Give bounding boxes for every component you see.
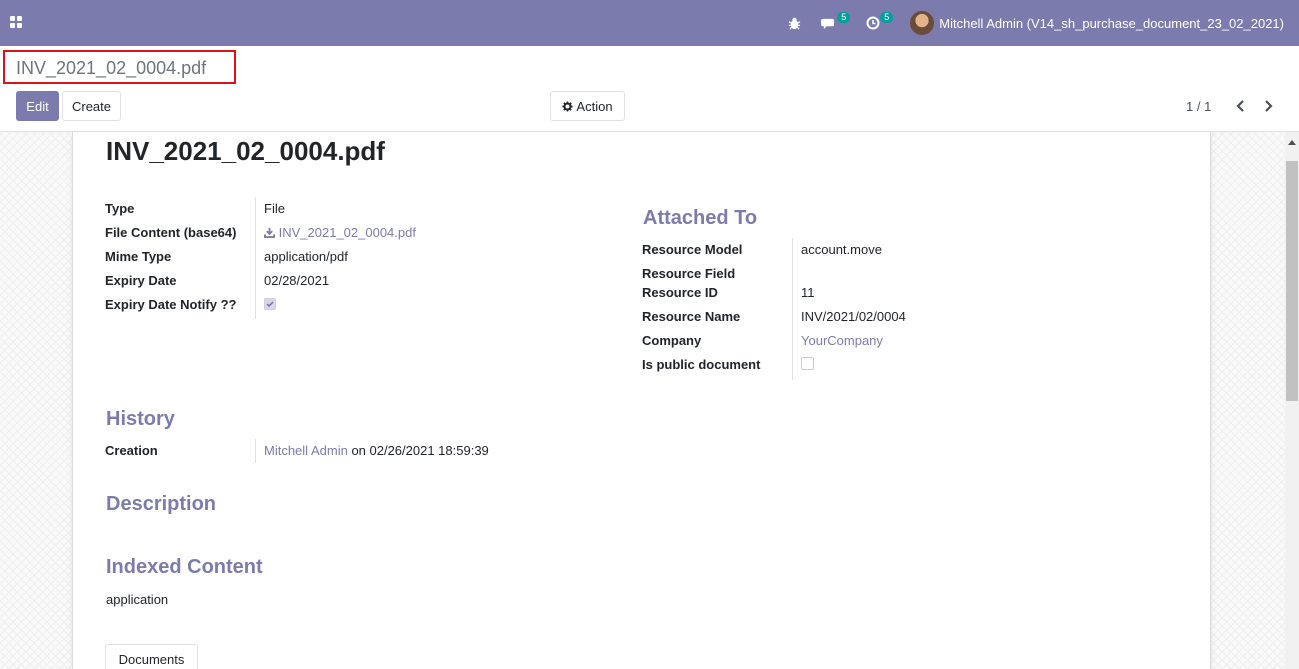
user-menu[interactable]: Mitchell Admin (V14_sh_purchase_document…	[900, 0, 1284, 46]
description-title: Description	[106, 493, 217, 515]
check-icon	[266, 301, 274, 308]
create-button[interactable]: Create	[62, 91, 121, 121]
debug-bug-icon[interactable]	[778, 0, 811, 46]
chat-icon	[821, 18, 835, 29]
history-title: History	[106, 408, 175, 430]
expiry-notify-checkbox[interactable]	[264, 298, 276, 310]
chevron-right-icon[interactable]	[1260, 96, 1276, 116]
chevron-left-icon[interactable]	[1233, 96, 1249, 116]
activities-button[interactable]: 5	[856, 0, 900, 46]
scroll-up-arrow-icon[interactable]	[1288, 140, 1296, 145]
control-panel: INV_2021_02_0004.pdf Edit Create Action …	[0, 46, 1299, 132]
field-divider	[255, 439, 256, 463]
is-public-checkbox[interactable]	[801, 357, 814, 370]
is-public-label: Is public document	[642, 357, 761, 372]
type-label: Type	[105, 201, 135, 216]
breadcrumb: INV_2021_02_0004.pdf	[16, 58, 207, 78]
activities-badge: 5	[880, 12, 894, 23]
action-button[interactable]: Action	[550, 91, 625, 121]
edit-button[interactable]: Edit	[16, 91, 59, 121]
file-download-link[interactable]: INV_2021_02_0004.pdf	[264, 225, 416, 240]
avatar	[910, 11, 935, 35]
resource-name-label: Resource Name	[642, 309, 741, 324]
mime-type-value: application/pdf	[264, 249, 348, 264]
resource-model-value: account.move	[801, 242, 882, 257]
user-name: Mitchell Admin (V14_sh_purchase_document…	[939, 15, 1284, 31]
resource-id-value: 11	[801, 285, 815, 300]
mime-type-label: Mime Type	[105, 249, 172, 264]
creation-date: on 02/26/2021 18:59:39	[351, 443, 489, 458]
attached-to-title: Attached To	[643, 207, 758, 229]
creation-label: Creation	[105, 443, 158, 458]
messages-badge: 5	[837, 12, 851, 23]
top-navbar: 5 5 Mitchell Admin (V14_sh_purchase_docu…	[0, 0, 1299, 46]
download-icon	[264, 227, 275, 238]
company-label: Company	[642, 333, 702, 348]
field-divider	[792, 238, 793, 380]
resource-field-label: Resource Field	[642, 266, 736, 281]
systray: 5 5 Mitchell Admin (V14_sh_purchase_docu…	[778, 0, 1284, 46]
action-label: Action	[576, 98, 613, 114]
resource-id-label: Resource ID	[642, 285, 718, 300]
creator-link[interactable]: Mitchell Admin	[264, 443, 348, 458]
tab-documents[interactable]: Documents	[105, 644, 198, 669]
scrollbar[interactable]	[1285, 132, 1299, 669]
expiry-date-value: 02/28/2021	[264, 273, 330, 288]
field-divider	[255, 197, 256, 319]
record-title: INV_2021_02_0004.pdf	[106, 136, 385, 166]
company-link[interactable]: YourCompany	[801, 333, 883, 348]
expiry-date-label: Expiry Date	[105, 273, 177, 288]
file-content-label: File Content (base64)	[105, 225, 237, 240]
form-sheet: INV_2021_02_0004.pdf Type File File Cont…	[72, 132, 1211, 669]
messaging-button[interactable]: 5	[811, 0, 856, 46]
apps-menu-icon[interactable]	[10, 16, 23, 29]
file-name: INV_2021_02_0004.pdf	[278, 225, 416, 240]
clock-icon	[866, 16, 880, 30]
pager-value[interactable]: 1 / 1	[1186, 99, 1211, 114]
creation-value: Mitchell Admin on 02/26/2021 18:59:39	[264, 443, 489, 458]
indexed-content-value: application	[106, 592, 169, 607]
resource-model-label: Resource Model	[642, 242, 743, 257]
type-value: File	[264, 201, 285, 216]
scroll-thumb[interactable]	[1286, 161, 1298, 401]
expiry-notify-label: Expiry Date Notify ??	[105, 297, 237, 312]
form-view: INV_2021_02_0004.pdf Type File File Cont…	[0, 132, 1299, 669]
indexed-content-title: Indexed Content	[106, 556, 263, 578]
gear-icon	[562, 100, 573, 112]
resource-name-value: INV/2021/02/0004	[801, 309, 906, 324]
